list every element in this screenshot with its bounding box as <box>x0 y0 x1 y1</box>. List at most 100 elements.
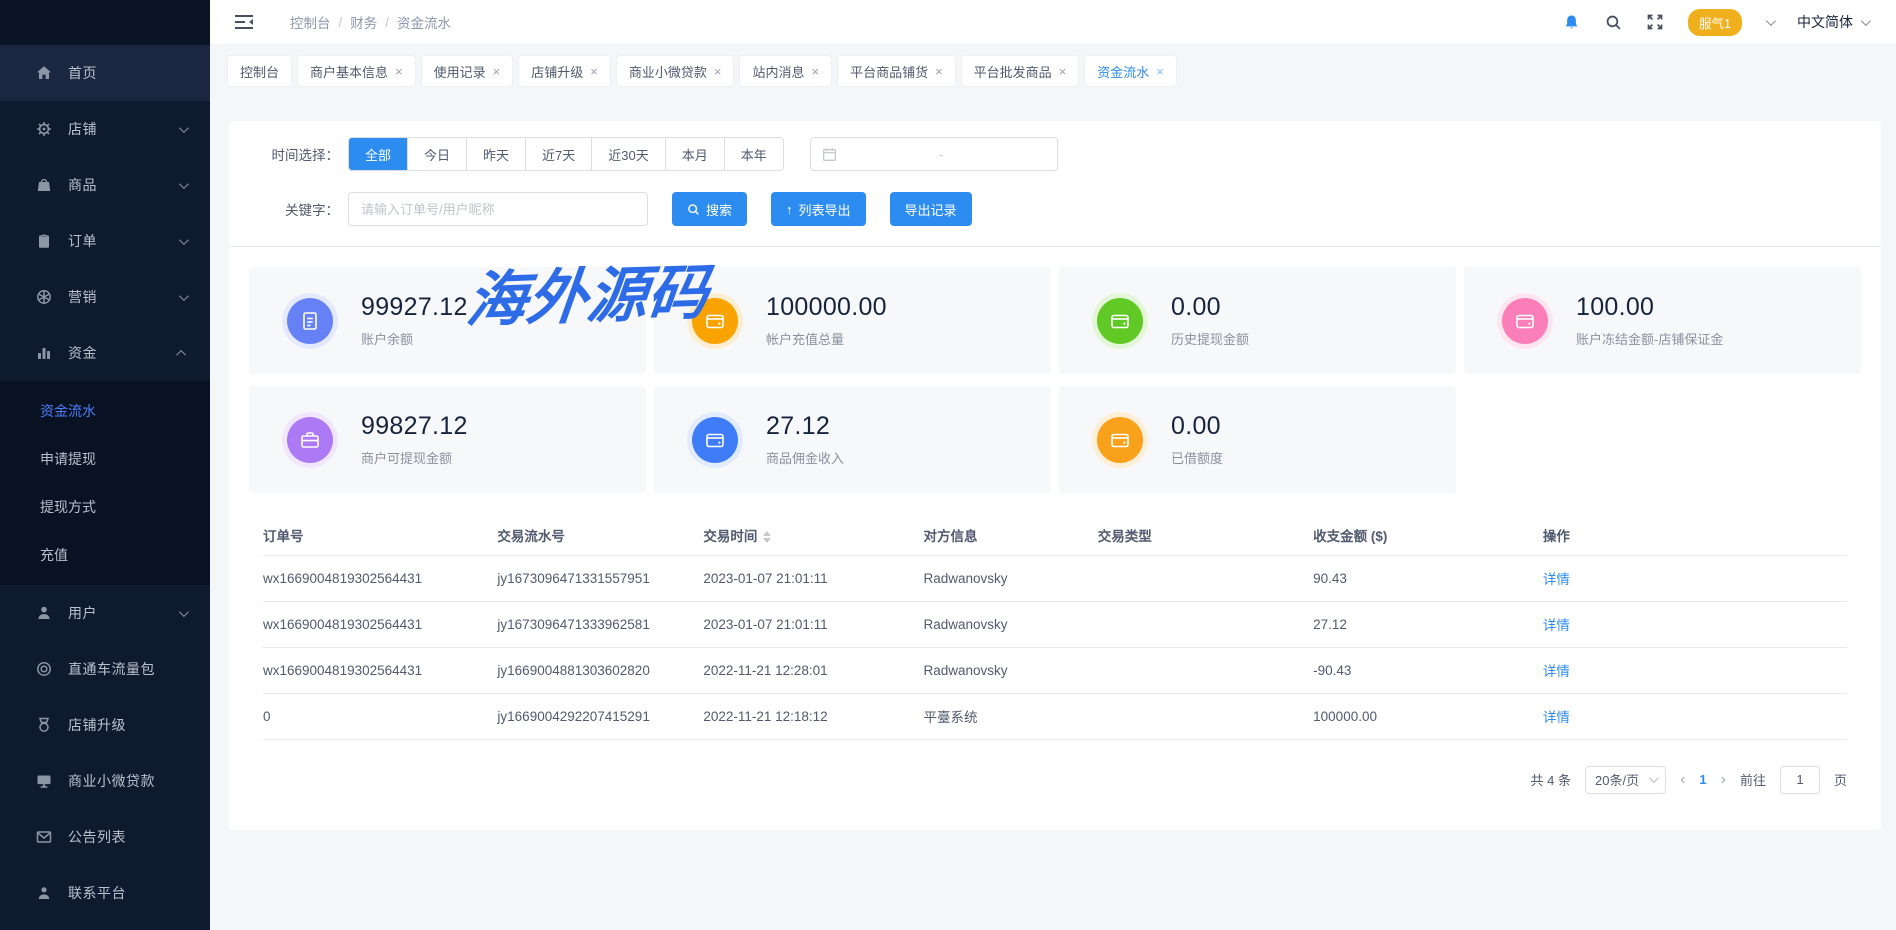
sort-icon[interactable] <box>763 531 771 543</box>
time-option-all[interactable]: 全部 <box>349 138 407 170</box>
tab-fund-flow[interactable]: 资金流水× <box>1085 56 1176 86</box>
breadcrumb-item[interactable]: 控制台 <box>290 12 331 32</box>
tab-micro-loan[interactable]: 商业小微贷款× <box>617 56 734 86</box>
stat-value: 100.00 <box>1576 293 1654 321</box>
tab-shop-upgrade[interactable]: 店铺升级× <box>519 56 610 86</box>
sidebar-item-contact-platform[interactable]: 联系平台 <box>0 865 210 921</box>
export-list-button[interactable]: ↑ 列表导出 <box>771 192 866 226</box>
stat-card-balance: 99927.12账户余额 <box>249 267 646 374</box>
stat-label: 账户余额 <box>361 329 468 348</box>
sidebar-item-label: 公告列表 <box>68 827 186 847</box>
stat-label: 帐户充值总量 <box>766 329 887 348</box>
page-size-value: 20条/页 <box>1595 770 1639 789</box>
keyword-input[interactable] <box>348 192 648 226</box>
funds-submenu: 资金流水 申请提现 提现方式 充值 <box>0 381 210 585</box>
chevron-down-icon <box>179 179 189 189</box>
col-type: 交易类型 <box>1098 515 1313 555</box>
cell-type <box>1098 555 1313 601</box>
detail-link[interactable]: 详情 <box>1543 572 1570 587</box>
sidebar-item-shop[interactable]: 店铺 <box>0 101 210 157</box>
chevron-down-icon <box>1861 16 1871 26</box>
tab-label: 平台批发商品 <box>974 62 1052 81</box>
tab-usage-record[interactable]: 使用记录× <box>422 56 513 86</box>
sidebar-subitem-recharge[interactable]: 充值 <box>0 531 210 579</box>
sidebar-subitem-withdraw-apply[interactable]: 申请提现 <box>0 435 210 483</box>
user-badge[interactable]: 服气1 <box>1688 9 1742 36</box>
collapse-menu-icon[interactable] <box>234 14 254 30</box>
close-icon[interactable]: × <box>493 65 501 78</box>
time-option-month[interactable]: 本月 <box>665 138 724 170</box>
cell-serial-no: jy1669004292207415291 <box>497 693 703 739</box>
cell-amount: -90.43 <box>1313 647 1543 693</box>
chart-icon <box>36 345 52 361</box>
detail-link[interactable]: 详情 <box>1543 618 1570 633</box>
sidebar-item-label: 首页 <box>68 63 186 83</box>
sidebar-item-marketing[interactable]: 营销 <box>0 269 210 325</box>
cell-time: 2022-11-21 12:18:12 <box>703 693 923 739</box>
stat-card-withdrawable: 99827.12商户可提现金额 <box>249 386 646 493</box>
tab-site-message[interactable]: 站内消息× <box>740 56 831 86</box>
stat-card-frozen-deposit: 100.00账户冻结金额-店铺保证金 <box>1464 267 1861 374</box>
stat-value: 100000.00 <box>766 293 887 321</box>
page-size-select[interactable]: 20条/页 <box>1585 766 1666 794</box>
close-icon[interactable]: × <box>1059 65 1067 78</box>
stat-card-withdraw-history: 0.00历史提现金额 <box>1059 267 1456 374</box>
chevron-down-icon <box>179 235 189 245</box>
breadcrumb: 控制台 / 财务 / 资金流水 <box>290 12 451 32</box>
sidebar-subitem-fund-flow[interactable]: 资金流水 <box>0 387 210 435</box>
language-selector[interactable]: 中文简体 <box>1797 12 1868 32</box>
chevron-down-icon <box>179 123 189 133</box>
cell-amount: 90.43 <box>1313 555 1543 601</box>
tab-platform-distribute[interactable]: 平台商品铺货× <box>838 56 955 86</box>
stat-card-recharge-total: 100000.00 帐户充值总量 <box>654 267 1051 374</box>
detail-link[interactable]: 详情 <box>1543 664 1570 679</box>
sidebar-item-traffic-pack[interactable]: 直通车流量包 <box>0 641 210 697</box>
gear-icon <box>36 121 52 137</box>
sidebar-item-notices[interactable]: 公告列表 <box>0 809 210 865</box>
time-option-7days[interactable]: 近7天 <box>525 138 591 170</box>
sidebar-item-home[interactable]: 首页 <box>0 45 210 101</box>
sidebar-item-micro-loan[interactable]: 商业小微贷款 <box>0 753 210 809</box>
tab-label: 商户基本信息 <box>310 62 388 81</box>
close-icon[interactable]: × <box>590 65 598 78</box>
close-icon[interactable]: × <box>811 65 819 78</box>
cell-counterparty: Radwanovsky <box>924 601 1098 647</box>
detail-link[interactable]: 详情 <box>1543 710 1570 725</box>
close-icon[interactable]: × <box>714 65 722 78</box>
bell-icon[interactable] <box>1562 13 1580 31</box>
search-icon[interactable] <box>1604 13 1622 31</box>
export-record-button[interactable]: 导出记录 <box>890 192 972 226</box>
sidebar-item-shop-upgrade[interactable]: 店铺升级 <box>0 697 210 753</box>
user-icon <box>36 605 52 621</box>
fullscreen-icon[interactable] <box>1646 13 1664 31</box>
search-button[interactable]: 搜索 <box>672 192 747 226</box>
search-icon <box>687 203 700 216</box>
time-option-30days[interactable]: 近30天 <box>591 138 664 170</box>
close-icon[interactable]: × <box>1156 65 1164 78</box>
time-option-today[interactable]: 今日 <box>407 138 466 170</box>
keyword-filter-row: 关键字： 搜索 ↑ 列表导出 导出记录 <box>263 192 1881 226</box>
tab-console[interactable]: 控制台 <box>228 56 291 86</box>
cell-order-no: 0 <box>263 693 497 739</box>
sidebar-item-funds[interactable]: 资金 <box>0 325 210 381</box>
goto-page-input[interactable] <box>1780 766 1820 794</box>
next-page-button[interactable]: › <box>1721 772 1726 788</box>
sidebar-subitem-withdraw-method[interactable]: 提现方式 <box>0 483 210 531</box>
sidebar-item-goods[interactable]: 商品 <box>0 157 210 213</box>
tab-platform-wholesale[interactable]: 平台批发商品 × <box>962 56 1079 86</box>
breadcrumb-item[interactable]: 资金流水 <box>397 12 451 32</box>
tab-merchant-info[interactable]: 商户基本信息 × <box>298 56 415 86</box>
current-page[interactable]: 1 <box>1699 772 1706 787</box>
monitor-icon <box>36 773 52 789</box>
chevron-down-icon[interactable] <box>1766 16 1776 26</box>
sidebar-item-users[interactable]: 用户 <box>0 585 210 641</box>
close-icon[interactable]: × <box>395 65 403 78</box>
breadcrumb-item[interactable]: 财务 <box>350 12 377 32</box>
close-icon[interactable]: × <box>935 65 943 78</box>
sidebar-item-orders[interactable]: 订单 <box>0 213 210 269</box>
cell-time: 2023-01-07 21:01:11 <box>703 601 923 647</box>
prev-page-button[interactable]: ‹ <box>1680 772 1685 788</box>
time-option-yesterday[interactable]: 昨天 <box>466 138 525 170</box>
date-range-input[interactable]: - <box>810 137 1058 171</box>
time-option-year[interactable]: 本年 <box>724 138 783 170</box>
